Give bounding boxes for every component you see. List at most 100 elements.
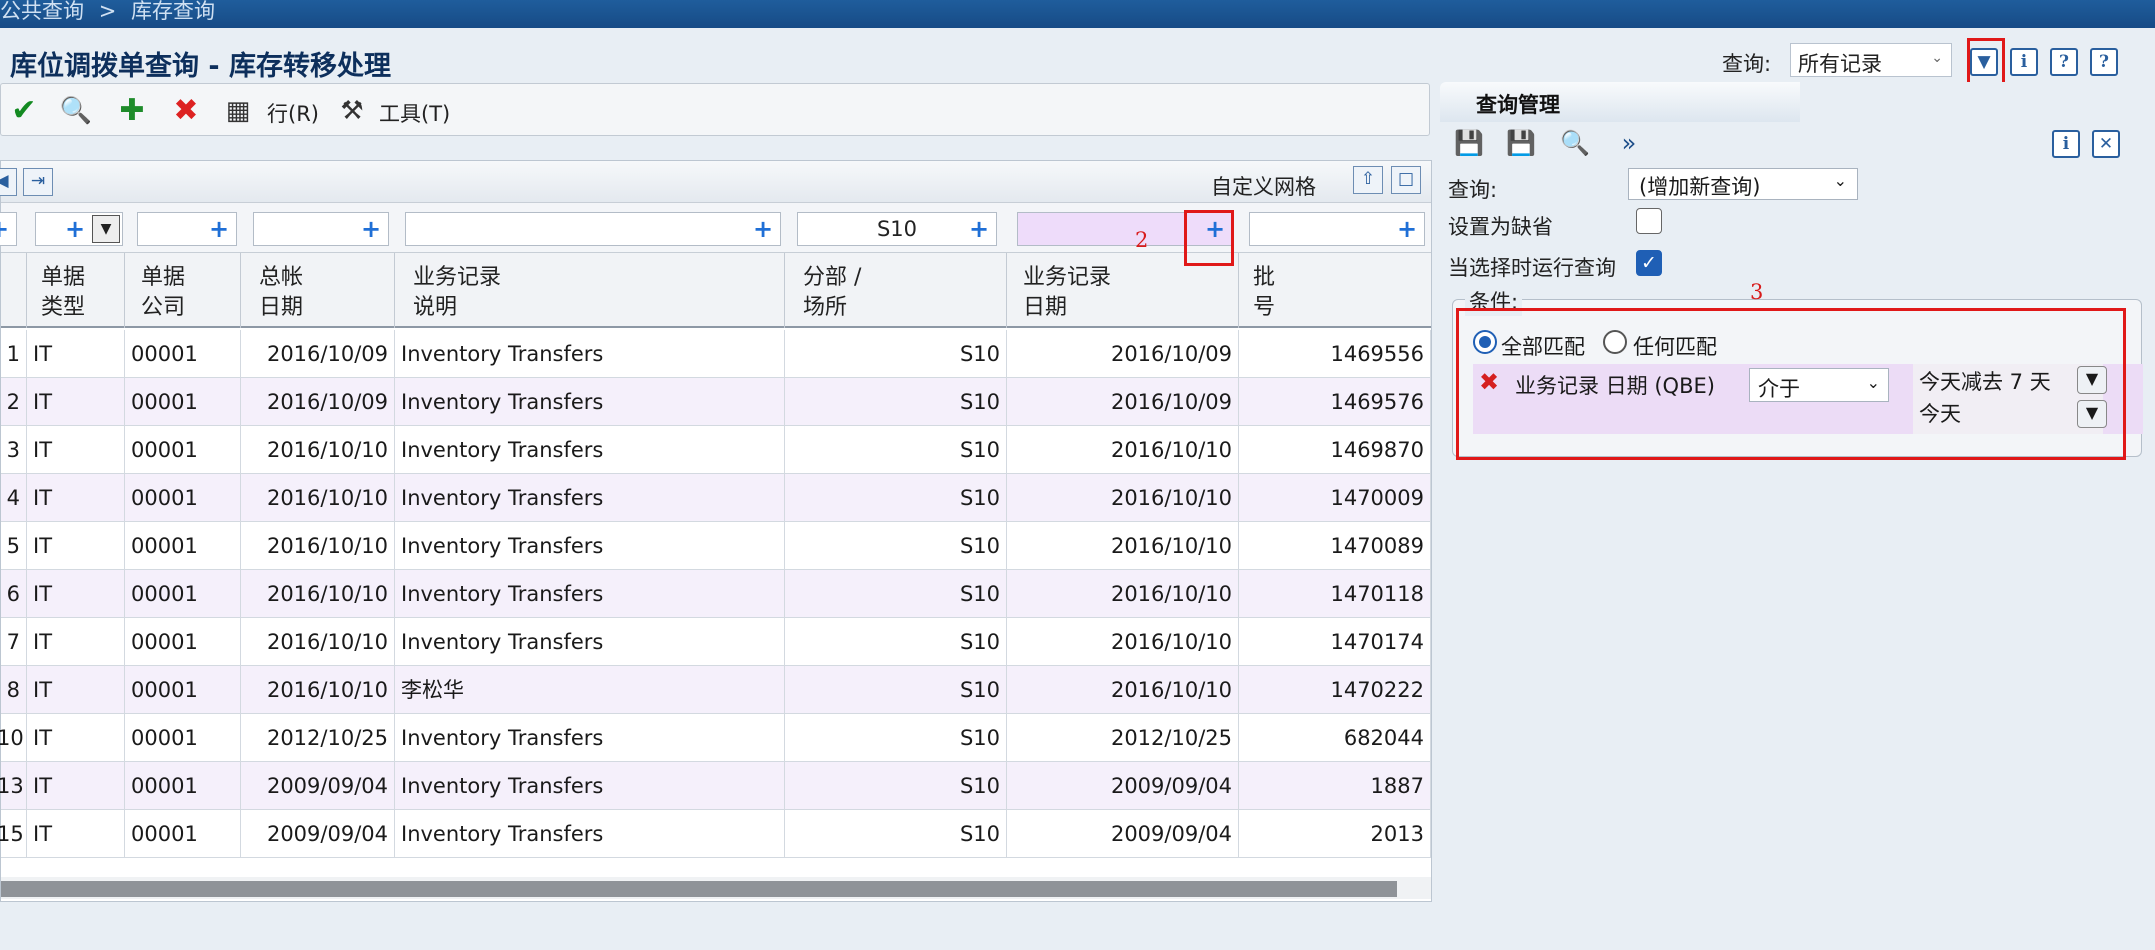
- cell-branch[interactable]: S10: [785, 666, 1007, 714]
- cell-gl-date[interactable]: 2009/09/04: [241, 762, 395, 810]
- column-header-batch[interactable]: 批号: [1239, 253, 1431, 328]
- cell-explanation[interactable]: 李松华: [395, 666, 785, 714]
- cell-explanation[interactable]: Inventory Transfers: [395, 330, 785, 378]
- cell-gl-date[interactable]: 2016/10/10: [241, 426, 395, 474]
- table-row[interactable]: 8 IT 00001 2016/10/10 李松华 S10 2016/10/10 147022…: [1, 666, 1431, 714]
- cell-doc-type[interactable]: IT: [27, 714, 125, 762]
- column-header-explanation[interactable]: 业务记录 说明: [395, 253, 785, 328]
- export-icon[interactable]: ⇧: [1353, 166, 1383, 194]
- cell-batch[interactable]: 1469870: [1239, 426, 1431, 474]
- cell-line[interactable]: 2: [0, 378, 27, 426]
- cell-gl-date[interactable]: 2016/10/09: [241, 378, 395, 426]
- qbe-filter-batch[interactable]: +: [1249, 212, 1425, 246]
- qbe-filter-branch[interactable]: S10 +: [797, 212, 997, 246]
- table-row[interactable]: 3 IT 00001 2016/10/10 Inventory Transfers S10…: [1, 426, 1431, 474]
- cell-trans-date[interactable]: 2016/10/09: [1007, 330, 1239, 378]
- cell-gl-date[interactable]: 2016/10/09: [241, 330, 395, 378]
- cell-gl-date[interactable]: 2009/09/04: [241, 810, 395, 858]
- cell-doc-type[interactable]: IT: [27, 474, 125, 522]
- delete-icon[interactable]: ✖: [169, 94, 203, 128]
- cell-doc-company[interactable]: 00001: [125, 522, 241, 570]
- cell-trans-date[interactable]: 2016/10/10: [1007, 618, 1239, 666]
- horizontal-scrollbar[interactable]: [1, 877, 1431, 899]
- cell-doc-company[interactable]: 00001: [125, 666, 241, 714]
- help-icon[interactable]: ?: [2050, 48, 2078, 76]
- table-row[interactable]: 4 IT 00001 2016/10/10 Inventory Transfers S10…: [1, 474, 1431, 522]
- custom-grid-link[interactable]: 自定义网格: [1211, 171, 1316, 201]
- cell-explanation[interactable]: Inventory Transfers: [395, 762, 785, 810]
- ok-check-icon[interactable]: ✔: [7, 94, 41, 128]
- table-row[interactable]: 7 IT 00001 2016/10/10 Inventory Transfers S10…: [1, 618, 1431, 666]
- cell-explanation[interactable]: Inventory Transfers: [395, 810, 785, 858]
- cell-batch[interactable]: 1470089: [1239, 522, 1431, 570]
- plus-icon[interactable]: +: [1396, 217, 1418, 241]
- breadcrumb-parent[interactable]: 公共查询: [0, 0, 84, 22]
- table-row[interactable]: 15IT000012009/09/04Inventory TransfersS1…: [0, 810, 1431, 858]
- cell-gl-date[interactable]: 2016/10/10: [241, 570, 395, 618]
- plus-icon[interactable]: +: [752, 217, 774, 241]
- plus-icon[interactable]: +: [64, 217, 86, 241]
- cell-branch[interactable]: S10: [785, 714, 1007, 762]
- cell-gl-date[interactable]: 2016/10/10: [241, 666, 395, 714]
- cell-explanation[interactable]: Inventory Transfers: [395, 714, 785, 762]
- cell-batch[interactable]: 1470174: [1239, 618, 1431, 666]
- preview-icon[interactable]: 🔍: [1558, 126, 1592, 160]
- breadcrumb-current[interactable]: 库存查询: [131, 0, 215, 22]
- cell-branch[interactable]: S10: [785, 426, 1007, 474]
- cell-doc-company[interactable]: 00001: [125, 618, 241, 666]
- cell-line[interactable]: 1: [0, 330, 27, 378]
- cell-batch[interactable]: 1887: [1239, 762, 1431, 810]
- cell-gl-date[interactable]: 2012/10/25: [241, 714, 395, 762]
- column-header-gl-date[interactable]: 总帐 日期: [241, 253, 395, 328]
- save-icon[interactable]: 💾: [1452, 126, 1486, 160]
- table-row[interactable]: 6 IT 00001 2016/10/10 Inventory Transfers S10…: [1, 570, 1431, 618]
- cell-trans-date[interactable]: 2016/10/10: [1007, 666, 1239, 714]
- cell-line[interactable]: 7: [0, 618, 27, 666]
- cell-branch[interactable]: S10: [785, 378, 1007, 426]
- cell-branch[interactable]: S10: [785, 762, 1007, 810]
- close-icon[interactable]: ✕: [2092, 130, 2120, 158]
- info-icon[interactable]: i: [2010, 48, 2038, 76]
- info-icon[interactable]: i: [2052, 130, 2080, 158]
- cell-batch[interactable]: 1470222: [1239, 666, 1431, 714]
- cell-doc-type[interactable]: IT: [27, 378, 125, 426]
- cell-doc-type[interactable]: IT: [27, 618, 125, 666]
- query-manager-tab[interactable]: 查询管理: [1440, 82, 1800, 122]
- cell-doc-type[interactable]: IT: [27, 666, 125, 714]
- row-menu[interactable]: 行(R): [267, 98, 319, 128]
- cell-branch[interactable]: S10: [785, 474, 1007, 522]
- cell-batch[interactable]: 1469556: [1239, 330, 1431, 378]
- cell-explanation[interactable]: Inventory Transfers: [395, 378, 785, 426]
- plus-icon[interactable]: +: [208, 217, 230, 241]
- tools-icon[interactable]: ⚒: [335, 94, 369, 128]
- cell-trans-date[interactable]: 2016/10/10: [1007, 570, 1239, 618]
- column-header-branch[interactable]: 分部 / 场所: [785, 253, 1007, 328]
- cell-doc-company[interactable]: 00001: [125, 330, 241, 378]
- save-as-icon[interactable]: 💾: [1504, 126, 1538, 160]
- cell-batch[interactable]: 1469576: [1239, 378, 1431, 426]
- qbe-filter-company[interactable]: +: [137, 212, 237, 246]
- cell-gl-date[interactable]: 2016/10/10: [241, 474, 395, 522]
- filter-icon[interactable]: ▼: [1970, 48, 1998, 76]
- cell-doc-company[interactable]: 00001: [125, 762, 241, 810]
- cell-batch[interactable]: 1470118: [1239, 570, 1431, 618]
- cell-trans-date[interactable]: 2009/09/04: [1007, 762, 1239, 810]
- grid-row-icon[interactable]: ▦: [221, 94, 255, 128]
- add-icon[interactable]: ✚: [115, 94, 149, 128]
- cell-doc-type[interactable]: IT: [27, 330, 125, 378]
- cell-doc-company[interactable]: 00001: [125, 378, 241, 426]
- cell-doc-type[interactable]: IT: [27, 810, 125, 858]
- table-row[interactable]: 5 IT 00001 2016/10/10 Inventory Transfers S10…: [1, 522, 1431, 570]
- publish-icon[interactable]: »: [1612, 126, 1646, 160]
- cell-doc-type[interactable]: IT: [27, 426, 125, 474]
- cell-branch[interactable]: S10: [785, 570, 1007, 618]
- table-row[interactable]: 10IT000012012/10/25Inventory TransfersS1…: [0, 714, 1431, 762]
- cell-trans-date[interactable]: 2016/10/09: [1007, 378, 1239, 426]
- cell-doc-type[interactable]: IT: [27, 522, 125, 570]
- plus-icon[interactable]: +: [968, 217, 990, 241]
- cell-trans-date[interactable]: 2016/10/10: [1007, 474, 1239, 522]
- qbe-filter-line[interactable]: +: [0, 212, 17, 246]
- cell-line[interactable]: 13: [0, 762, 27, 810]
- column-header-line[interactable]: [1, 253, 27, 328]
- plus-icon[interactable]: +: [0, 217, 10, 241]
